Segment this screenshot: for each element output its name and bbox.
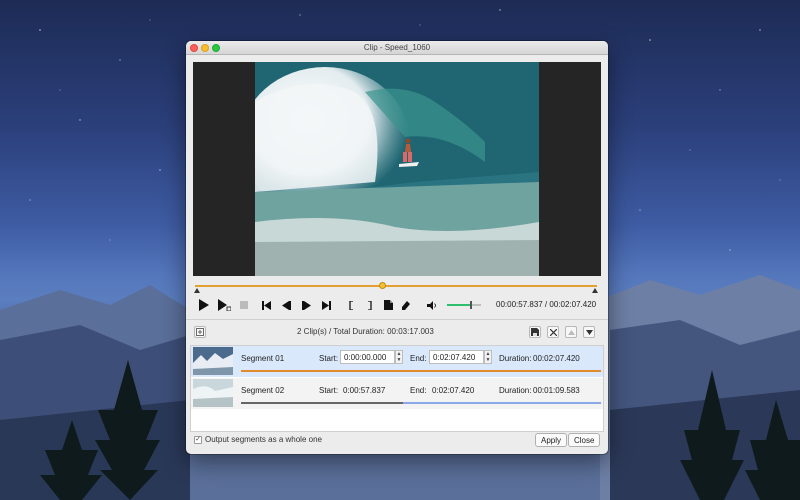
- window-footer: ✓ Output segments as a whole one Apply C…: [186, 433, 608, 453]
- window-title: Clip - Speed_1060: [363, 43, 431, 52]
- play-icon: [198, 299, 209, 311]
- volume-icon: [427, 300, 436, 310]
- output-whole-checkbox[interactable]: ✓: [194, 436, 202, 444]
- save-icon: [531, 328, 539, 336]
- skip-to-end-button[interactable]: [320, 296, 332, 314]
- segment-thumbnail: [193, 347, 233, 375]
- segment-range-bar: [241, 402, 601, 404]
- end-time-field[interactable]: 0:02:07.420: [429, 350, 484, 364]
- stop-icon: [240, 301, 248, 309]
- import-segments-button[interactable]: [194, 326, 206, 338]
- step-forward-button[interactable]: [300, 296, 312, 314]
- arrow-down-icon: [585, 329, 593, 335]
- segment-range-fill: [241, 402, 403, 404]
- skip-forward-icon: [321, 300, 331, 310]
- mark-in-icon: [348, 300, 353, 310]
- segment-row[interactable]: Segment 01 Start: 0:00:00.000 ▲ ▼ End: 0:…: [191, 346, 603, 377]
- surf-video-still: [255, 62, 539, 276]
- playhead-handle[interactable]: [378, 282, 386, 289]
- eraser-icon: [402, 301, 410, 310]
- segment-end-marker[interactable]: [592, 288, 598, 293]
- arrow-up-icon: [567, 329, 575, 335]
- segment-row[interactable]: Segment 02 Start: 0:00:57.837 End: 0:02:…: [191, 378, 603, 409]
- duration-label: Duration:: [499, 354, 532, 363]
- segment-name: Segment 02: [241, 386, 285, 395]
- end-time-stepper[interactable]: ▲ ▼: [484, 350, 492, 364]
- list-add-icon: [196, 328, 204, 336]
- volume-button[interactable]: [426, 296, 438, 314]
- close-icon: [549, 328, 557, 336]
- segment-start-marker[interactable]: [194, 288, 200, 293]
- erase-button[interactable]: [400, 296, 412, 314]
- volume-slider[interactable]: [447, 301, 481, 309]
- divider: [186, 319, 608, 320]
- segment-range-bar: [241, 370, 601, 372]
- video-player[interactable]: [193, 62, 601, 276]
- play-button[interactable]: [196, 296, 210, 314]
- output-whole-label: Output segments as a whole one: [205, 435, 322, 444]
- duration-label: Duration:: [499, 386, 532, 395]
- previous-frame-start-button[interactable]: [260, 296, 272, 314]
- duration-value: 00:02:07.420: [533, 354, 580, 363]
- segment-thumbnail: [193, 379, 233, 407]
- mark-out-icon: [367, 300, 372, 310]
- timeline-seekbar[interactable]: [194, 282, 598, 294]
- start-time-stepper[interactable]: ▲ ▼: [395, 350, 403, 364]
- apply-button[interactable]: Apply: [535, 433, 568, 447]
- start-label: Start:: [319, 354, 339, 363]
- title-bar: Clip - Speed_1060: [186, 41, 608, 55]
- move-up-button[interactable]: [565, 326, 577, 338]
- clips-summary: 2 Clip(s) / Total Duration: 00:03:17.003: [297, 327, 434, 336]
- play-segment-icon: [218, 299, 231, 311]
- segment-list: Segment 01 Start: 0:00:00.000 ▲ ▼ End: 0:…: [190, 345, 604, 432]
- add-segment-icon: [383, 300, 393, 310]
- step-back-button[interactable]: [280, 296, 292, 314]
- frame-back-icon: [281, 300, 291, 310]
- segment-name: Segment 01: [241, 354, 285, 363]
- end-label: End:: [410, 386, 427, 395]
- start-time-value: 0:00:57.837: [343, 386, 386, 395]
- move-down-button[interactable]: [583, 326, 595, 338]
- mark-in-button[interactable]: [346, 296, 356, 314]
- duration-value: 00:01:09.583: [533, 386, 580, 395]
- end-time-value: 0:02:07.420: [432, 386, 475, 395]
- start-label: Start:: [319, 386, 339, 395]
- clip-window: Clip - Speed_1060 00:00:57.837 / 00:02:0…: [186, 41, 608, 454]
- end-label: End:: [410, 354, 427, 363]
- skip-back-icon: [261, 300, 271, 310]
- save-segments-button[interactable]: [529, 326, 541, 338]
- video-frame: [255, 62, 539, 276]
- playback-controls: 00:00:57.837 / 00:02:07.420: [196, 296, 598, 314]
- seek-track: [195, 285, 597, 287]
- frame-forward-icon: [301, 300, 311, 310]
- delete-segment-button[interactable]: [547, 326, 559, 338]
- stop-button[interactable]: [238, 296, 250, 314]
- start-time-field[interactable]: 0:00:00.000: [340, 350, 395, 364]
- mark-out-button[interactable]: [364, 296, 374, 314]
- add-segment-button[interactable]: [382, 296, 394, 314]
- volume-handle[interactable]: [470, 301, 473, 309]
- segment-list-toolbar: 2 Clip(s) / Total Duration: 00:03:17.003: [186, 323, 608, 343]
- play-segment-button[interactable]: [216, 296, 232, 314]
- volume-level: [447, 304, 472, 306]
- time-readout: 00:00:57.837 / 00:02:07.420: [496, 300, 597, 309]
- close-button[interactable]: Close: [568, 433, 601, 447]
